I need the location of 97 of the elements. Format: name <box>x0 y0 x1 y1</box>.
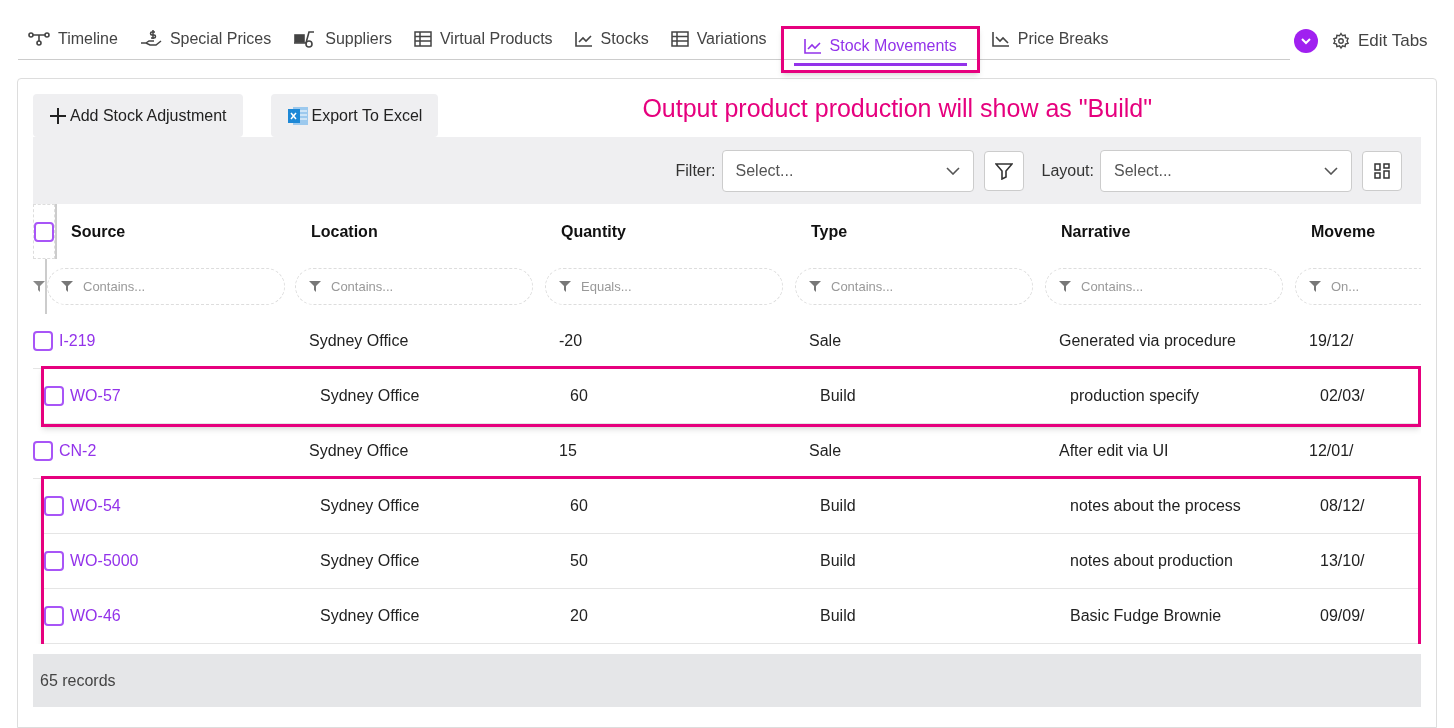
table-cell: Sydney Office <box>320 497 420 514</box>
filter-icon <box>559 281 571 292</box>
dropdown-button[interactable] <box>1294 29 1318 53</box>
table-row[interactable]: CN-2 Sydney Office 15 Sale After edit via UI 12/01/ <box>33 424 1421 479</box>
tab[interactable]: Price Breaks <box>981 22 1119 59</box>
source-link[interactable]: I-219 <box>59 332 96 349</box>
table-cell: Sydney Office <box>309 332 409 349</box>
plus-icon <box>49 106 67 125</box>
table-cell: Sale <box>809 442 842 459</box>
table-cell: 02/03/ <box>1320 387 1365 404</box>
column-header[interactable]: Location <box>311 219 378 244</box>
column-header[interactable]: Narrative <box>1061 219 1131 244</box>
table-cell: Build <box>820 607 856 624</box>
layout-button[interactable] <box>1362 150 1402 191</box>
table-cell: Sydney Office <box>320 607 420 624</box>
annotation-text: Output product production will show as "Build" <box>642 92 1153 124</box>
table-row[interactable]: WO-57 Sydney Office 60 Build production specify 02/03/ <box>44 369 1418 424</box>
table-cell: 50 <box>570 552 588 569</box>
grid-icon <box>1374 162 1390 179</box>
line-chart-icon <box>991 31 1010 47</box>
table-cell: 12/01/ <box>1309 442 1354 459</box>
checkbox[interactable] <box>34 221 54 242</box>
filter-icon <box>309 281 321 292</box>
table-cell: 60 <box>570 497 588 514</box>
table-row[interactable]: WO-54 Sydney Office 60 Build notes about the process 08/12/ <box>44 479 1418 534</box>
table-cell: Generated via procedure <box>1059 332 1236 349</box>
tab[interactable]: Stock Movements <box>793 29 967 66</box>
toolbar-button[interactable]: Export To Excel <box>270 94 439 137</box>
table-cell: Sydney Office <box>320 552 420 569</box>
table-icon <box>670 31 689 47</box>
table-cell: After edit via UI <box>1059 442 1169 459</box>
tab[interactable]: Virtual Products <box>403 22 563 59</box>
table-cell: Sydney Office <box>320 387 420 404</box>
tab[interactable]: Stocks <box>564 22 659 59</box>
settings-icon <box>1332 32 1350 50</box>
chevron-down-icon <box>1324 166 1338 175</box>
column-header[interactable]: Source <box>71 219 126 244</box>
table-cell: Build <box>820 497 856 514</box>
source-link[interactable]: WO-5000 <box>70 552 139 569</box>
source-link[interactable]: CN-2 <box>59 442 97 459</box>
table-cell: notes about the process <box>1070 497 1241 514</box>
filter-icon <box>1059 281 1071 292</box>
checkbox[interactable] <box>33 331 53 351</box>
line-chart-icon <box>803 38 822 54</box>
source-link[interactable]: WO-54 <box>70 497 121 514</box>
filter-button[interactable] <box>983 150 1024 191</box>
checkbox[interactable] <box>44 496 64 516</box>
select-field[interactable]: Select... <box>1100 149 1352 192</box>
filter-icon <box>1309 281 1321 292</box>
table-cell: 09/09/ <box>1320 607 1365 624</box>
status-bar: 65 records <box>33 654 1421 707</box>
checkbox[interactable] <box>44 606 64 626</box>
column-header[interactable]: Moveme <box>1311 219 1376 244</box>
filter-icon <box>809 281 821 292</box>
table-cell: Build <box>820 552 856 569</box>
table-cell: 15 <box>559 442 577 459</box>
filter-icon <box>33 281 45 292</box>
table-icon <box>413 31 432 47</box>
layout-label: Layout: <box>1041 160 1094 181</box>
table-cell: 19/12/ <box>1309 332 1354 349</box>
chevron-down-icon <box>945 166 960 175</box>
source-link[interactable]: WO-46 <box>70 607 121 624</box>
line-chart-icon <box>574 31 593 47</box>
table-cell: notes about production <box>1070 552 1233 569</box>
table-cell: Sydney Office <box>309 442 409 459</box>
checkbox[interactable] <box>33 441 53 461</box>
tab[interactable]: Timeline <box>18 22 128 59</box>
chevron-down-icon <box>1300 37 1312 45</box>
tab[interactable]: Suppliers <box>283 22 402 59</box>
table-row[interactable]: WO-5000 Sydney Office 50 Build notes about production 13/10/ <box>44 534 1418 589</box>
table-cell: 13/10/ <box>1320 552 1365 569</box>
checkbox[interactable] <box>44 551 64 571</box>
table-cell: Sale <box>809 332 842 349</box>
spreadsheet-icon <box>286 104 309 127</box>
timeline-icon <box>28 31 50 47</box>
table-row[interactable]: I-219 Sydney Office -20 Sale Generated via procedure 19/12/ <box>33 314 1421 369</box>
hand-dollar-icon <box>139 29 162 49</box>
edit-tabs-button[interactable]: Edit Tabs <box>1332 28 1428 54</box>
checkbox[interactable] <box>44 386 64 406</box>
filter-label: Filter: <box>675 160 716 181</box>
tab[interactable]: Special Prices <box>129 22 282 59</box>
table-row[interactable]: WO-46 Sydney Office 20 Build Basic Fudge Brownie 09/09/ <box>44 589 1418 644</box>
tab[interactable]: Variations <box>660 22 777 59</box>
select-field[interactable]: Select... <box>721 149 974 192</box>
toolbar-button[interactable]: Add Stock Adjustment <box>33 94 243 137</box>
table-cell: Basic Fudge Brownie <box>1070 607 1222 624</box>
source-link[interactable]: WO-57 <box>70 387 121 404</box>
filter-icon <box>994 161 1013 180</box>
column-header[interactable]: Type <box>811 219 848 244</box>
filter-icon <box>61 281 73 292</box>
table-cell: -20 <box>559 332 583 349</box>
table-cell: 20 <box>570 607 588 624</box>
table-cell: Build <box>820 387 856 404</box>
table-cell: production specify <box>1070 387 1199 404</box>
table-cell: 08/12/ <box>1320 497 1365 514</box>
table-cell: 60 <box>570 387 588 404</box>
column-header[interactable]: Quantity <box>561 219 626 244</box>
